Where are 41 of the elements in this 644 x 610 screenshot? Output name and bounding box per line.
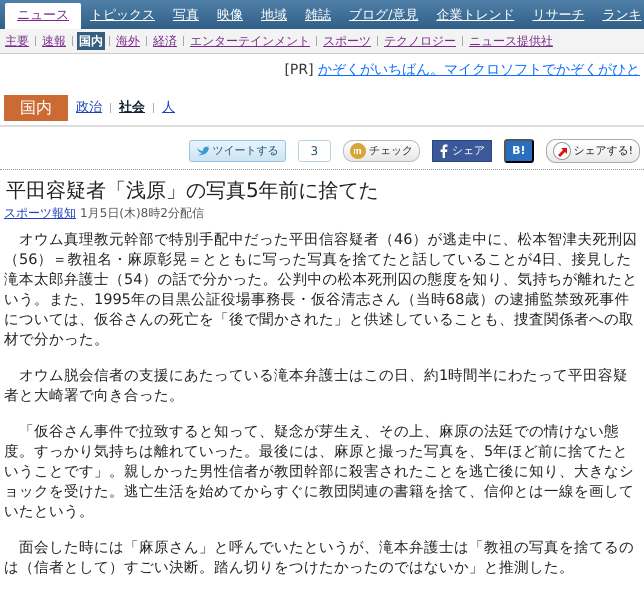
share-button[interactable]: ツイートする: [188, 140, 286, 162]
nav-tab[interactable]: トピックス: [81, 3, 164, 28]
bird-icon: [196, 145, 210, 156]
sub-nav-link[interactable]: 経済: [151, 32, 179, 50]
article-paragraph: オウム脱会信者の支援にあたっている滝本弁護士はこの日、約1時間半にわたって平田容疑者と大崎署で向き合った。: [4, 366, 630, 406]
tweet-count: 3: [298, 140, 332, 162]
nav-tab[interactable]: 企業トレンド: [427, 3, 524, 28]
section-link[interactable]: 政治: [76, 98, 102, 118]
sub-nav-link[interactable]: エンターテインメント: [188, 32, 312, 50]
nav-tab[interactable]: ブログ/意見: [340, 3, 428, 28]
article-paragraph: 面会した時には「麻原さん」と呼んでいたというが、滝本弁護士は「教祖の写真を捨てるのは（信者として）すごい決断。踏ん切りをつけたかったのではないか」と推測した。: [4, 538, 635, 578]
nav-tab[interactable]: ランキ: [593, 3, 644, 28]
share-button[interactable]: チェック: [343, 140, 420, 162]
m-logo-icon: [350, 142, 366, 159]
bookmark-button[interactable]: B!: [504, 138, 534, 163]
sub-nav-link[interactable]: 速報: [40, 32, 68, 50]
nav-tab[interactable]: 写真: [164, 3, 208, 28]
share-button[interactable]: シェアする!: [546, 138, 640, 163]
nav-tab[interactable]: ニュース: [5, 3, 81, 28]
share-button[interactable]: シェア: [432, 140, 492, 162]
article-paragraph: オウム真理教元幹部で特別手配中だった平田信容疑者（46）が逃走中に、松本智津夫死刑囚（56）＝教祖名・麻原彰晃＝とともに写った写真を捨てたと話していることが4日、接見した滝本太郎弁護士（54）の話で分かった。公判中の松本死刑囚の態度を知り、気持ちが離れたという。また、1995年の目黒公証役場事務長・仮谷清志さん（当時68歳）の逮捕監禁致死事件については、仮谷さんの死亡を「後で聞かされた」と供述していることも、捜査関係者への取材で分かった。: [4, 230, 638, 350]
section-link[interactable]: 社会: [119, 98, 145, 118]
sub-nav-link[interactable]: 海外: [114, 32, 142, 50]
sub-nav-link[interactable]: スポーツ: [321, 32, 373, 50]
sub-nav-link[interactable]: 国内: [77, 32, 105, 50]
nav-tab[interactable]: 地域: [252, 3, 296, 28]
section-title: 国内: [4, 94, 68, 120]
section-link[interactable]: 人: [162, 98, 175, 118]
sub-nav-link[interactable]: ニュース提供社: [467, 32, 555, 50]
ad-link[interactable]: かぞくがいちばん。マイクロソフトでかぞくがひと: [318, 62, 640, 78]
facebook-f-icon: [439, 144, 450, 158]
nav-tab[interactable]: 雑誌: [296, 3, 340, 28]
article-title: 平田容疑者「浅原」の写真5年前に捨てた: [6, 178, 380, 202]
publish-date: 1月5日(木)8時2分配信: [80, 205, 204, 222]
nav-tab[interactable]: 映像: [208, 3, 252, 28]
sub-nav-link[interactable]: テクノロジー: [382, 32, 458, 50]
article-paragraph: 「仮谷さん事件で拉致すると知って、疑念が芽生え、その上、麻原の法廷での情けない態度。すっかり気持ちは離れていった。最後には、麻原と撮った写真を、5年ほど前に捨てたということです」。親しかった男性信者が教団幹部に殺害されたことを逃亡後に知り、大きなショックを受けた。逃亡生活を始めてからすぐに教団関連の書籍を捨て、信仰とは一線を画していたという。: [4, 423, 635, 522]
sub-nav-link[interactable]: 主要: [3, 32, 31, 50]
pr-tag: [PR]: [284, 62, 314, 78]
source-link[interactable]: スポーツ報知: [4, 204, 76, 222]
nav-tab[interactable]: リサーチ: [523, 3, 594, 28]
